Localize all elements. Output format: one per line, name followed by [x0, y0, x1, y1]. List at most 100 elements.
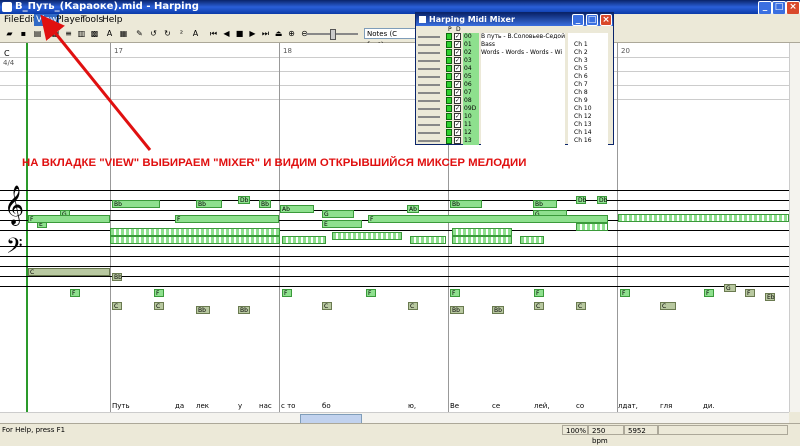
track-name [481, 57, 565, 65]
mixer-track-row[interactable]: ✓ 00 В путь - В.Соловьев-Седой [418, 33, 611, 41]
display-checkbox[interactable]: ✓ [454, 41, 461, 48]
minimize-button[interactable]: _ [572, 14, 584, 26]
volume-slider[interactable] [418, 92, 440, 94]
track-number: 01 [463, 41, 479, 49]
track-name: В путь - В.Соловьев-Седой [481, 33, 565, 41]
track-channel: Ch 16 [568, 137, 608, 145]
track-name [481, 121, 565, 129]
mixer-title: Harping Midi Mixer [429, 15, 515, 24]
header-p: P [448, 26, 452, 33]
mixer-track-row[interactable]: ✓ 07 Ch 8 [418, 89, 611, 97]
app-icon [419, 16, 426, 23]
display-checkbox[interactable]: ✓ [454, 81, 461, 88]
track-name [481, 113, 565, 121]
track-name [481, 129, 565, 137]
display-checkbox[interactable]: ✓ [454, 121, 461, 128]
display-checkbox[interactable]: ✓ [454, 113, 461, 120]
mixer-track-row[interactable]: ✓ 01 Bass Ch 1 [418, 41, 611, 49]
status-tempo: 250 bpm [588, 425, 624, 445]
mixer-body: P D ✓ 00 В путь - В.Соловьев-Седой ✓ 01 Bass C… [418, 26, 611, 145]
mixer-track-row[interactable]: ✓ 03 Ch 3 [418, 57, 611, 65]
track-channel: Ch 9 [568, 97, 608, 105]
display-checkbox[interactable]: ✓ [454, 97, 461, 104]
play-toggle[interactable] [446, 41, 452, 48]
midi-mixer-window[interactable]: Harping Midi Mixer _ □ × P D ✓ 00 В путь -… [415, 12, 614, 145]
play-toggle[interactable] [446, 113, 452, 120]
track-number: 04 [463, 65, 479, 73]
display-checkbox[interactable]: ✓ [454, 89, 461, 96]
volume-slider[interactable] [418, 76, 440, 78]
volume-slider[interactable] [418, 108, 440, 110]
display-checkbox[interactable]: ✓ [454, 73, 461, 80]
track-name: Bass [481, 41, 565, 49]
volume-slider[interactable] [418, 116, 440, 118]
display-checkbox[interactable]: ✓ [454, 105, 461, 112]
volume-slider[interactable] [418, 60, 440, 62]
play-toggle[interactable] [446, 57, 452, 64]
play-toggle[interactable] [446, 73, 452, 80]
play-toggle[interactable] [446, 97, 452, 104]
volume-slider[interactable] [418, 140, 440, 142]
track-number: 08 [463, 97, 479, 105]
track-number: 03 [463, 57, 479, 65]
status-empty [658, 425, 788, 435]
display-checkbox[interactable]: ✓ [454, 57, 461, 64]
play-toggle[interactable] [446, 137, 452, 144]
volume-slider[interactable] [418, 84, 440, 86]
volume-slider[interactable] [418, 132, 440, 134]
volume-slider[interactable] [418, 68, 440, 70]
mixer-track-row[interactable]: ✓ 04 Ch 5 [418, 65, 611, 73]
display-checkbox[interactable]: ✓ [454, 137, 461, 144]
display-checkbox[interactable]: ✓ [454, 129, 461, 136]
mixer-track-row[interactable]: ✓ 08 Ch 9 [418, 97, 611, 105]
play-toggle[interactable] [446, 33, 452, 40]
play-toggle[interactable] [446, 89, 452, 96]
mixer-track-row[interactable]: ✓ 12 Ch 14 [418, 129, 611, 137]
display-checkbox[interactable]: ✓ [454, 65, 461, 72]
volume-slider[interactable] [418, 36, 440, 38]
track-name [481, 89, 565, 97]
volume-slider[interactable] [418, 52, 440, 54]
track-channel: Ch 6 [568, 73, 608, 81]
track-name [481, 137, 565, 145]
track-number: 12 [463, 129, 479, 137]
track-channel: Ch 7 [568, 81, 608, 89]
status-bar: For Help, press F1 100% 250 bpm 5952 [0, 423, 800, 445]
play-toggle[interactable] [446, 49, 452, 56]
mixer-track-row[interactable]: ✓ 11 Ch 13 [418, 121, 611, 129]
track-channel: Ch 1 [568, 41, 608, 49]
play-toggle[interactable] [446, 65, 452, 72]
play-toggle[interactable] [446, 81, 452, 88]
arrow-overlay [40, 14, 545, 151]
track-channel: Ch 12 [568, 113, 608, 121]
arrow-to-view-icon [40, 14, 152, 151]
volume-slider[interactable] [418, 44, 440, 46]
track-channel: Ch 14 [568, 129, 608, 137]
track-name: Words - Words - Words - Wi [481, 49, 565, 57]
play-toggle[interactable] [446, 121, 452, 128]
mixer-track-row[interactable]: ✓ 05 Ch 6 [418, 73, 611, 81]
mixer-track-row[interactable]: ✓ 09D Ch 10 [418, 105, 611, 113]
track-name [481, 65, 565, 73]
track-number: 13 [463, 137, 479, 145]
play-toggle[interactable] [446, 105, 452, 112]
maximize-button[interactable]: □ [586, 14, 598, 26]
track-number: 02 [463, 49, 479, 57]
status-position: 5952 [624, 425, 658, 435]
mixer-track-row[interactable]: ✓ 10 Ch 12 [418, 113, 611, 121]
mixer-track-row[interactable]: ✓ 13 Ch 16 [418, 137, 611, 145]
mixer-track-row[interactable]: ✓ 06 Ch 7 [418, 81, 611, 89]
track-channel: Ch 3 [568, 57, 608, 65]
play-toggle[interactable] [446, 129, 452, 136]
display-checkbox[interactable]: ✓ [454, 49, 461, 56]
display-checkbox[interactable]: ✓ [454, 33, 461, 40]
track-channel [568, 33, 608, 41]
volume-slider[interactable] [418, 100, 440, 102]
track-name [481, 81, 565, 89]
track-channel: Ch 2 [568, 49, 608, 57]
volume-slider[interactable] [418, 124, 440, 126]
mixer-title-bar: Harping Midi Mixer _ □ × [416, 13, 613, 26]
track-name [481, 97, 565, 105]
close-button[interactable]: × [600, 14, 612, 26]
mixer-track-row[interactable]: ✓ 02 Words - Words - Words - Wi Ch 2 [418, 49, 611, 57]
